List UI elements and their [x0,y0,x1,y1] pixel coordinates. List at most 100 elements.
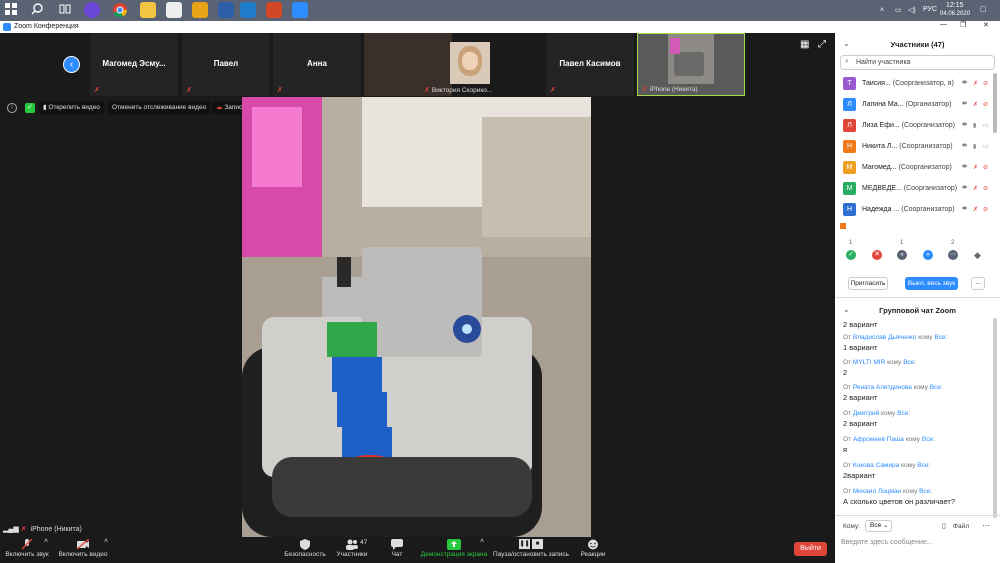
participant-row[interactable]: М МЕДВЕДЕ... (Соорганизатор) ⬬ ✗ ⊘ [840,179,995,199]
nonverbal-feedback-row: 1 1 2 ✓ ✕ « » ⋯ ◆ [843,240,993,264]
share-screen-button[interactable]: Демонстрация экрана [420,537,488,563]
leave-button[interactable]: Выйти [794,542,827,556]
signal-icon: ▂▄▆ [3,526,19,533]
people-icon [346,539,358,550]
participant-search-input[interactable]: Найти участника [856,59,911,66]
participant-tile-active[interactable]: ✗ iPhone (Никита) [637,33,745,96]
video-off-icon: ⊘ [983,81,989,87]
mic-off-icon: ✗ [973,81,979,87]
pause-stop-recording-button[interactable]: ❚❚ ■ Пауза/остановить запись [492,537,570,563]
video-off-icon: ⊘ [983,165,989,171]
notifications-icon[interactable]: ▢ [980,5,987,13]
task-view-icon[interactable] [58,2,74,18]
clear-feedback-icon[interactable]: ◆ [974,250,981,261]
word-icon[interactable] [218,2,234,18]
zoom-app-icon [3,23,11,31]
recording-icon: ⬬ [962,164,968,170]
participant-row[interactable]: Т Таисия... (Соорганизатор, я) ⬬ ✗ ⊘ [840,74,995,94]
no-icon[interactable]: ✕ [872,250,882,260]
volume-icon[interactable]: ◁) [908,6,916,14]
participant-tile[interactable]: Магомед Эсму... ✗ [90,33,178,96]
security-shield-icon[interactable]: ✓ [25,103,35,113]
search-icon[interactable] [30,2,46,18]
mic-off-icon: ✗ [973,207,979,213]
maximize-icon[interactable]: ❐ [960,21,966,29]
chat-button[interactable]: Чат [385,537,409,563]
network-icon[interactable]: ▭ [895,6,902,14]
participant-tile-name: Павел Касимов [559,59,621,68]
participant-tile[interactable]: ✗ Виктория Скорико... [364,33,492,96]
start-icon[interactable] [4,2,20,18]
more-reactions-icon[interactable]: ⋯ [948,250,958,260]
minimize-icon[interactable]: — [940,21,947,28]
chrome-icon[interactable] [112,2,128,18]
security-button[interactable]: Безопасность [283,537,327,563]
chat-scrollbar[interactable] [993,318,997,518]
tray-chevron-icon[interactable]: ˄ [880,7,884,14]
unpin-video-button[interactable]: ▮ Открепить видео [39,101,104,114]
share-options-chevron[interactable]: ˄ [480,538,484,545]
avatar: Н [843,140,856,153]
chat-message: От Владислав Дьяченко кому Все: 1 вариан… [843,334,948,352]
file-icon[interactable]: ▯ [942,522,946,530]
avatar: Н [843,203,856,216]
participant-search[interactable]: ⌕ Найти участника [840,55,995,70]
participant-row[interactable]: Н Никита Л... (Соорганизатор) ⬬ ▮ ▭ [840,137,995,157]
participant-tile[interactable]: Павел ✗ [182,33,270,96]
more-options-button[interactable]: ... [971,277,985,290]
file-explorer-icon[interactable] [140,2,156,18]
participant-row[interactable]: М Магомед... (Соорганизатор) ⬬ ✗ ⊘ [840,158,995,178]
close-icon[interactable]: ✕ [983,21,989,29]
window-titlebar: Zoom Конференция — ❐ ✕ [0,21,1000,33]
chat-message: От Рената Алетдинова кому Все: 2 вариант [843,384,943,402]
recipient-select[interactable]: Все ⌄ [865,520,892,532]
stop-tracking-button[interactable]: Отменить отслеживание видео [108,101,211,114]
reactions-button[interactable]: Реакции [578,537,608,563]
info-icon[interactable]: i [7,103,17,113]
gallery-view-icon[interactable]: ▦ [800,39,809,50]
avatar-partial [840,223,846,229]
file-button[interactable]: Файл [953,523,969,530]
participant-row[interactable]: Л Лиза Ефи... (Соорганизатор) ⬬ ▮ ▭ [840,116,995,136]
video-options-chevron[interactable]: ˄ [104,538,108,545]
chat-title: Групповой чат Zoom [879,306,956,315]
yes-icon[interactable]: ✓ [846,250,856,260]
language-indicator[interactable]: РУС [923,6,937,13]
participant-tile-name: Павел [213,59,239,68]
clock-date: 04.06.2020 [940,11,971,17]
participant-row[interactable]: Н Надежда ... (Соорганизатор) ⬬ ✗ ⊘ [840,200,995,220]
audio-options-chevron[interactable]: ˄ [44,538,48,545]
participant-tile[interactable]: Анна ✗ [273,33,361,96]
chat-more-icon[interactable]: ⋯ [982,521,990,530]
participant-tile-name: Виктория Скорико... [431,87,493,94]
mic-off-icon: ✗ [20,526,27,533]
start-video-button[interactable]: Включить видео [56,537,110,563]
participants-scrollbar[interactable] [993,73,997,133]
sublime-icon[interactable] [192,2,208,18]
window-title: Zoom Конференция [14,23,79,30]
participant-name: Таисия... (Соорганизатор, я) [862,80,954,87]
slower-icon[interactable]: « [897,250,907,260]
avatar: М [843,161,856,174]
chat-message-input[interactable]: Введите здесь сообщение... [841,536,991,550]
fullscreen-icon[interactable]: ⤢ [818,39,826,50]
chat-icon [391,539,403,550]
mic-on-icon: ▮ [973,123,977,129]
store-icon[interactable] [166,2,182,18]
strip-prev-button[interactable]: ‹ [63,56,80,73]
alice-icon[interactable] [84,2,100,18]
participant-tile-name: iPhone (Никита) [649,86,698,93]
participant-row[interactable]: Л Лапина Ма... (Организатор) ⬬ ✗ ⊘ [840,95,995,115]
edge-icon[interactable] [240,2,256,18]
zoom-taskbar-icon[interactable] [292,2,308,18]
video-off-icon [76,539,90,550]
participant-tile[interactable]: Павел Касимов ✗ [546,33,634,96]
powerpoint-icon[interactable] [266,2,282,18]
faster-icon[interactable]: » [923,250,933,260]
windows-taskbar: ˄ ▭ ◁) РУС 12:15 04.06.2020 ▢ [0,0,1000,21]
recording-icon: ⬬ [962,143,968,149]
mic-off-icon: ✗ [973,165,979,171]
mute-all-button[interactable]: Выкл. весь звук [905,277,958,290]
mic-off-icon: ✗ [424,87,430,94]
invite-button[interactable]: Пригласить [848,277,888,290]
